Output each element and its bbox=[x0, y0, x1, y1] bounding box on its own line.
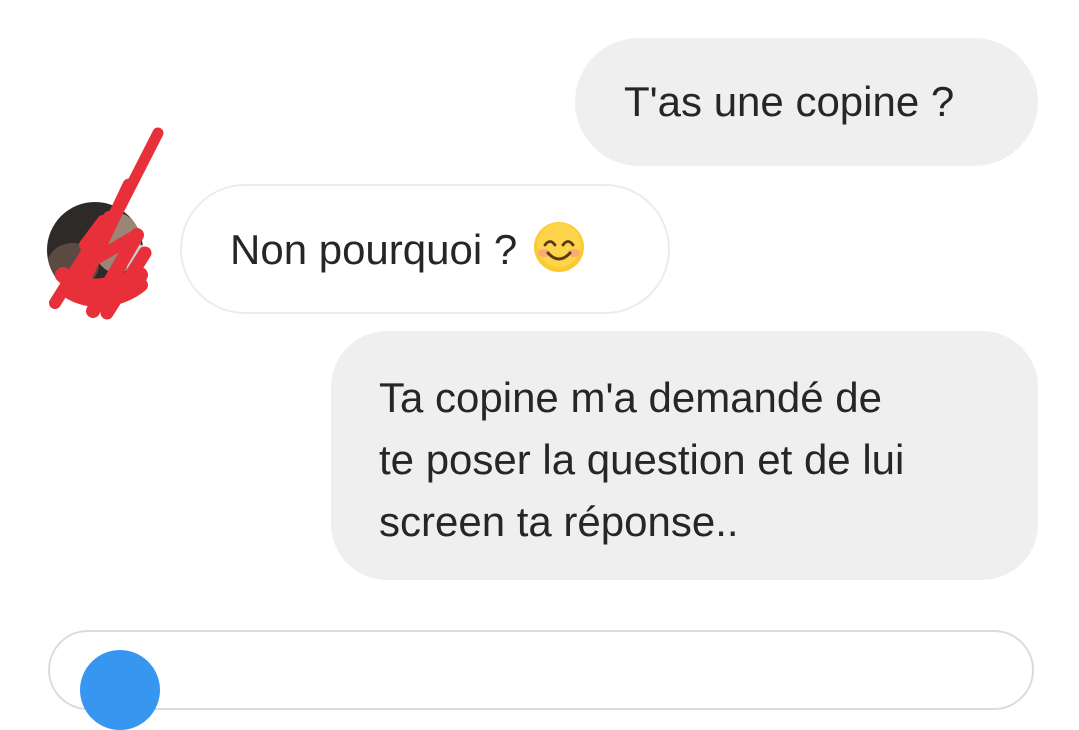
received-message-bubble[interactable]: Non pourquoi ? bbox=[180, 184, 670, 314]
sent-message-bubble[interactable]: Ta copine m'a demandé de te poser la que… bbox=[331, 331, 1038, 580]
sent-message-bubble[interactable]: T'as une copine ? bbox=[575, 38, 1038, 166]
message-composer[interactable] bbox=[48, 630, 1034, 730]
message-text: Non pourquoi ? bbox=[230, 226, 518, 273]
smiling-face-with-smiling-eyes-icon bbox=[533, 222, 584, 272]
contact-avatar[interactable] bbox=[45, 125, 170, 325]
message-text: T'as une copine ? bbox=[624, 78, 955, 125]
camera-icon[interactable] bbox=[80, 650, 160, 730]
message-text: Ta copine m'a demandé de te poser la que… bbox=[379, 374, 905, 545]
